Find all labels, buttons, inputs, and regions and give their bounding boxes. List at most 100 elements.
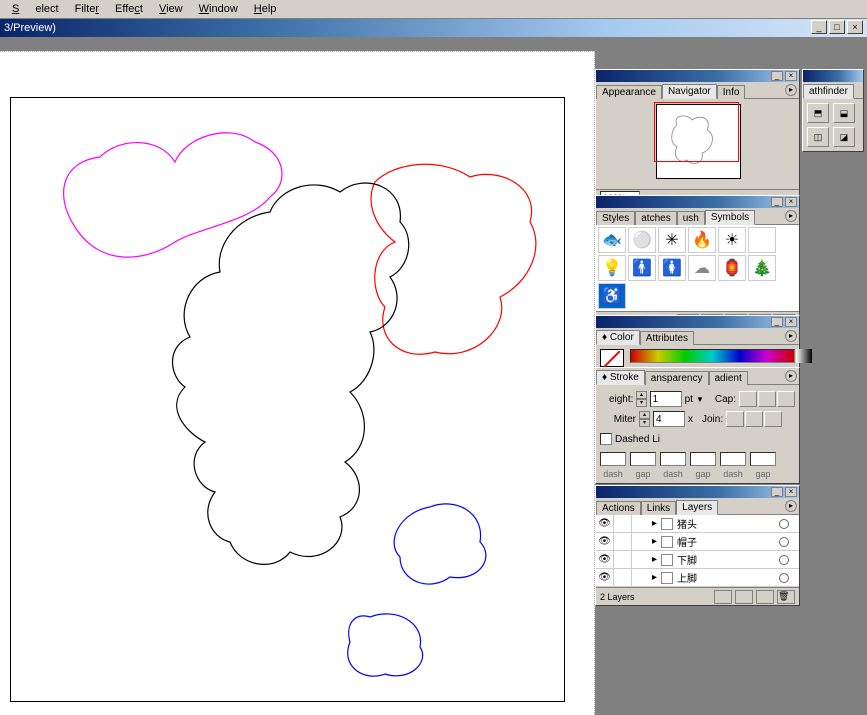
make-clipping-button[interactable] — [714, 590, 732, 604]
panel-flyout[interactable]: ▸ — [785, 330, 797, 342]
symbol-scribble[interactable]: ✳ — [658, 227, 686, 253]
panel-flyout[interactable]: ▸ — [785, 370, 797, 382]
dash-2-input[interactable] — [660, 452, 686, 466]
symbol-tree[interactable]: 🎄 — [748, 255, 776, 281]
panel-minimize[interactable]: _ — [771, 197, 783, 207]
symbols-panel: _× Styles atches ush Symbols ▸ 🐟 ⚪ ✳ 🔥 ☀… — [595, 195, 800, 330]
pathfinder-unite[interactable]: ⬒ — [807, 103, 829, 123]
weight-spinner[interactable]: ▴▾ — [636, 391, 646, 407]
navigator-viewport[interactable] — [654, 102, 739, 162]
gap-1-input[interactable] — [630, 452, 656, 466]
lock-toggle[interactable] — [614, 551, 632, 569]
tab-color[interactable]: ♦ Color — [596, 330, 640, 345]
layer-row[interactable]: 👁 ▸ 上脚 — [596, 569, 799, 587]
lock-toggle[interactable] — [614, 569, 632, 587]
tab-pathfinder[interactable]: athfinder — [803, 84, 854, 99]
fill-stroke-swatch[interactable] — [600, 349, 624, 367]
tab-info[interactable]: Info — [717, 85, 746, 99]
panel-close[interactable]: × — [785, 71, 797, 81]
close-button[interactable]: × — [847, 20, 863, 34]
tab-appearance[interactable]: Appearance — [596, 85, 662, 99]
pathfinder-subtract[interactable]: ⬓ — [833, 103, 855, 123]
symbol-bubble[interactable]: ⚪ — [628, 227, 656, 253]
cap-round-button[interactable] — [758, 391, 776, 407]
layer-target[interactable] — [779, 573, 789, 583]
tab-stroke[interactable]: ♦ Stroke — [596, 370, 645, 385]
layer-target[interactable] — [779, 537, 789, 547]
panel-flyout[interactable]: ▸ — [785, 500, 797, 512]
layers-panel: _× Actions Links Layers ▸ 👁 ▸ 猪头 👁 ▸ 帽子 — [595, 485, 800, 606]
tab-attributes[interactable]: Attributes — [640, 331, 694, 345]
cap-square-button[interactable] — [777, 391, 795, 407]
layer-target[interactable] — [779, 519, 789, 529]
symbol-flame[interactable]: 🔥 — [688, 227, 716, 253]
symbol-blank[interactable] — [748, 227, 776, 253]
gap-3-input[interactable] — [750, 452, 776, 466]
tab-styles[interactable]: Styles — [596, 211, 635, 225]
dashed-checkbox[interactable] — [600, 433, 612, 445]
visibility-toggle[interactable]: 👁 — [596, 515, 614, 533]
lock-toggle[interactable] — [614, 515, 632, 533]
weight-input[interactable] — [650, 391, 682, 407]
symbol-person-m[interactable]: 🚹 — [628, 255, 656, 281]
layer-target[interactable] — [779, 555, 789, 565]
layer-row[interactable]: 👁 ▸ 下脚 — [596, 551, 799, 569]
panel-minimize[interactable]: _ — [771, 487, 783, 497]
symbol-bulb[interactable]: 💡 — [598, 255, 626, 281]
color-spectrum[interactable] — [630, 349, 795, 363]
visibility-toggle[interactable]: 👁 — [596, 533, 614, 551]
tab-transparency[interactable]: ansparency — [645, 371, 709, 385]
cap-butt-button[interactable] — [739, 391, 757, 407]
symbol-lantern[interactable]: 🏮 — [718, 255, 746, 281]
menu-bar: Select Filter Effect View Window Help — [0, 0, 867, 19]
tab-links[interactable]: Links — [641, 501, 676, 515]
minimize-button[interactable]: _ — [811, 20, 827, 34]
symbol-wheelchair[interactable]: ♿ — [598, 283, 626, 309]
new-layer-button[interactable] — [756, 590, 774, 604]
miter-input[interactable] — [653, 411, 685, 427]
pathfinder-exclude[interactable]: ◪ — [833, 127, 855, 147]
symbol-fish[interactable]: 🐟 — [598, 227, 626, 253]
symbol-sun[interactable]: ☀ — [718, 227, 746, 253]
tab-navigator[interactable]: Navigator — [662, 84, 717, 99]
pathfinder-intersect[interactable]: ◫ — [807, 127, 829, 147]
join-bevel-button[interactable] — [764, 411, 782, 427]
new-sublayer-button[interactable] — [735, 590, 753, 604]
panel-close[interactable]: × — [785, 317, 797, 327]
gap-2-input[interactable] — [690, 452, 716, 466]
tab-swatches[interactable]: atches — [635, 211, 676, 225]
menu-filter[interactable]: Filter — [67, 1, 107, 17]
tab-brushes[interactable]: ush — [677, 211, 705, 225]
join-miter-button[interactable] — [726, 411, 744, 427]
menu-effect[interactable]: Effect — [107, 1, 151, 17]
panel-flyout[interactable]: ▸ — [785, 210, 797, 222]
panel-flyout[interactable]: ▸ — [785, 84, 797, 96]
dash-3-input[interactable] — [720, 452, 746, 466]
panel-close[interactable]: × — [785, 487, 797, 497]
menu-window[interactable]: Window — [191, 1, 246, 17]
symbol-person-f[interactable]: 🚺 — [658, 255, 686, 281]
menu-view[interactable]: View — [151, 1, 191, 17]
visibility-toggle[interactable]: 👁 — [596, 551, 614, 569]
miter-spinner[interactable]: ▴▾ — [639, 411, 650, 427]
tab-layers[interactable]: Layers — [676, 500, 718, 515]
join-round-button[interactable] — [745, 411, 763, 427]
symbol-cloud[interactable]: ☁ — [688, 255, 716, 281]
visibility-toggle[interactable]: 👁 — [596, 569, 614, 587]
dash-1-input[interactable] — [600, 452, 626, 466]
tab-gradient[interactable]: adient — [709, 371, 748, 385]
tab-symbols[interactable]: Symbols — [705, 210, 755, 225]
tab-actions[interactable]: Actions — [596, 501, 641, 515]
canvas[interactable] — [0, 51, 595, 715]
panel-minimize[interactable]: _ — [771, 71, 783, 81]
delete-layer-button[interactable]: 🗑 — [777, 590, 795, 604]
layer-row[interactable]: 👁 ▸ 帽子 — [596, 533, 799, 551]
panel-close[interactable]: × — [785, 197, 797, 207]
lock-toggle[interactable] — [614, 533, 632, 551]
menu-select[interactable]: Select — [4, 1, 67, 17]
maximize-button[interactable]: □ — [829, 20, 845, 34]
layer-row[interactable]: 👁 ▸ 猪头 — [596, 515, 799, 533]
layer-name: 猪头 — [677, 516, 697, 531]
menu-help[interactable]: Help — [246, 1, 285, 17]
panel-minimize[interactable]: _ — [771, 317, 783, 327]
